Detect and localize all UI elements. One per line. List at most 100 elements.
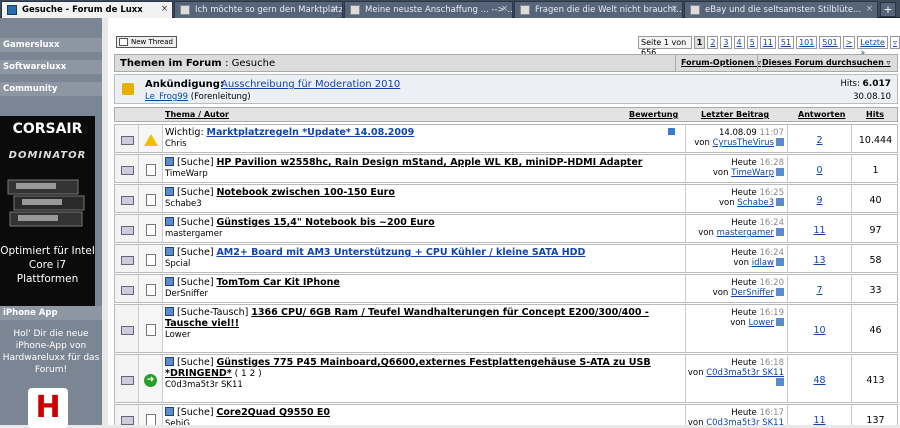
close-tab-icon[interactable]: ×: [161, 4, 168, 14]
go-to-last-post-icon[interactable]: [776, 228, 784, 236]
dominator-label: DOMINATOR: [8, 150, 87, 161]
sort-last-post-link[interactable]: Letzter Beitrag: [701, 110, 769, 119]
last-poster-link[interactable]: idlaw: [752, 258, 774, 268]
answers-link[interactable]: 7: [787, 275, 851, 302]
page-link[interactable]: 101: [796, 36, 818, 49]
sidebar-item-community[interactable]: Community: [0, 82, 102, 96]
close-tab-icon[interactable]: ×: [331, 4, 338, 14]
forum-search-menu[interactable]: Dieses Forum durchsuchen ▿: [757, 55, 895, 71]
thread-author[interactable]: Schabe3: [165, 199, 685, 209]
announcement-user-link[interactable]: Le_Frog99: [145, 92, 188, 102]
thread-row: [Suche] HP Pavilion w2558hc, Rain Design…: [114, 154, 898, 183]
thread-author[interactable]: DerSniffer: [165, 289, 685, 299]
last-poster-link[interactable]: mastergamer: [717, 228, 774, 238]
last-poster-link[interactable]: Schabe3: [737, 198, 774, 208]
answers-link[interactable]: 13: [787, 245, 851, 272]
iphone-app-promo[interactable]: Hol' Dir die neue iPhone-App von Hardwar…: [0, 328, 102, 376]
last-poster-link[interactable]: DerSniffer: [731, 288, 774, 298]
thread-status-icon: [121, 196, 134, 205]
thread-author[interactable]: SebiG: [165, 419, 685, 425]
page-link[interactable]: 5: [746, 36, 758, 49]
thread-title-link[interactable]: Notebook zwischen 100-150 Euro: [216, 187, 394, 198]
hits-count: 137: [851, 405, 899, 425]
page-link[interactable]: 501: [819, 36, 841, 49]
hits-count: 97: [851, 215, 899, 242]
answers-link[interactable]: 48: [787, 355, 851, 402]
last-poster-link[interactable]: CyrusTheVirus: [713, 138, 774, 148]
close-tab-icon[interactable]: ×: [501, 4, 508, 14]
go-to-last-post-icon[interactable]: [776, 168, 784, 176]
page-link[interactable]: >: [842, 36, 856, 49]
sort-topic-link[interactable]: Thema: [165, 110, 195, 119]
browser-tab-bar: Gesuche - Forum de Luxx × Ich möchte so ge…: [0, 0, 900, 18]
last-poster-link[interactable]: TimeWarp: [731, 168, 774, 178]
thread-title-link[interactable]: Günstiges 15,4" Notebook bis ~200 Euro: [216, 217, 434, 228]
sidebar-item-iphone-app[interactable]: iPhone App: [0, 306, 102, 320]
sort-answers-link[interactable]: Antworten: [798, 110, 846, 119]
thread-title-link[interactable]: TomTom Car Kit IPhone: [216, 277, 339, 288]
answers-link[interactable]: 11: [787, 405, 851, 425]
answers-link[interactable]: 2: [787, 125, 851, 152]
ram-modules-image: [7, 179, 85, 227]
hits-count: 58: [851, 245, 899, 272]
last-poster-link[interactable]: Lower: [749, 318, 774, 328]
new-tab-button[interactable]: +: [880, 2, 896, 17]
page-link[interactable]: Letzte »: [857, 36, 888, 57]
answers-link[interactable]: 0: [787, 155, 851, 182]
thread-author[interactable]: Spcial: [165, 259, 685, 269]
close-tab-icon[interactable]: ×: [671, 4, 678, 14]
thread-author[interactable]: Lower: [165, 330, 685, 340]
thread-title-link[interactable]: AM2+ Board mit AM3 Unterstützung + CPU K…: [216, 247, 585, 258]
thread-pages[interactable]: ( 1 2 ): [235, 369, 262, 379]
page-link[interactable]: 2: [707, 36, 719, 49]
new-thread-button[interactable]: New Thread: [116, 36, 177, 48]
browser-tab[interactable]: Gesuche - Forum de Luxx ×: [1, 1, 173, 18]
answers-link[interactable]: 10: [787, 305, 851, 352]
document-icon: [146, 284, 156, 296]
corsair-ad-banner[interactable]: CORSAIR DOMINATOR Optimiert für Intel Co…: [0, 116, 95, 314]
answers-link[interactable]: 11: [787, 215, 851, 242]
go-to-last-post-icon[interactable]: [776, 138, 784, 146]
forum-name: : Gesuche: [225, 58, 276, 69]
last-poster-link[interactable]: C0d3ma5t3r SK11: [706, 418, 784, 425]
go-to-last-post-icon[interactable]: [776, 288, 784, 296]
checkmark-icon: [165, 407, 174, 416]
go-to-last-post-icon[interactable]: [776, 378, 784, 386]
announcement-icon: [122, 83, 134, 95]
document-icon: [146, 194, 156, 206]
browser-tab[interactable]: eBay und die seltsamsten Stilblüte... ×: [684, 1, 878, 18]
last-poster-link[interactable]: C0d3ma5t3r SK11: [706, 368, 784, 378]
sort-author-link[interactable]: Autor: [204, 110, 229, 119]
thread-title-link[interactable]: Core2Quad Q9550 E0: [216, 407, 330, 418]
sidebar-item-gamersluxx[interactable]: Gamersluxx: [0, 38, 102, 52]
thread-author[interactable]: Chris: [165, 139, 685, 149]
browser-tab[interactable]: Fragen die die Welt nicht braucht...... ×: [514, 1, 683, 18]
browser-tab[interactable]: Ich möchte so gern den Marktplatz... ×: [174, 1, 343, 18]
hits-count: 1: [851, 155, 899, 182]
go-to-last-post-icon[interactable]: [776, 198, 784, 206]
page-link[interactable]: 11: [759, 36, 776, 49]
page-link[interactable]: ▿: [889, 36, 900, 49]
forum-options-menu[interactable]: Forum-Optionen ▿: [675, 55, 766, 71]
thread-author[interactable]: TimeWarp: [165, 169, 685, 179]
sort-rating-link[interactable]: Bewertung: [629, 110, 678, 119]
announcement-title-link[interactable]: Ausschreibung für Moderation 2010: [221, 79, 400, 90]
go-to-last-post-icon[interactable]: [776, 318, 784, 326]
sort-hits-link[interactable]: Hits: [866, 110, 884, 119]
go-to-last-post-icon[interactable]: [776, 258, 784, 266]
page-link[interactable]: 51: [777, 36, 795, 49]
thread-author[interactable]: C0d3ma5t3r SK11: [165, 380, 685, 390]
thread-title-link[interactable]: HP Pavilion w2558hc, Rain Design mStand,…: [216, 157, 642, 168]
go-arrow-icon: ➜: [144, 374, 157, 387]
page-link[interactable]: 3: [720, 36, 732, 49]
browser-tab[interactable]: Meine neuste Anschaffung ... --> ... ×: [344, 1, 513, 18]
thread-row: [Suche-Tausch] 1366 CPU/ 6GB Ram / Teufe…: [114, 304, 898, 353]
answers-link[interactable]: 9: [787, 185, 851, 212]
page-link[interactable]: 1: [693, 36, 706, 49]
sidebar-item-softwareluxx[interactable]: Softwareluxx: [0, 60, 102, 74]
thread-author[interactable]: mastergamer: [165, 229, 685, 239]
page-link[interactable]: 4: [733, 36, 745, 49]
hardwareluxx-logo[interactable]: H: [28, 388, 68, 428]
thread-title-link[interactable]: Marktplatzregeln *Update* 14.08.2009: [207, 127, 415, 138]
close-tab-icon[interactable]: ×: [866, 4, 873, 14]
